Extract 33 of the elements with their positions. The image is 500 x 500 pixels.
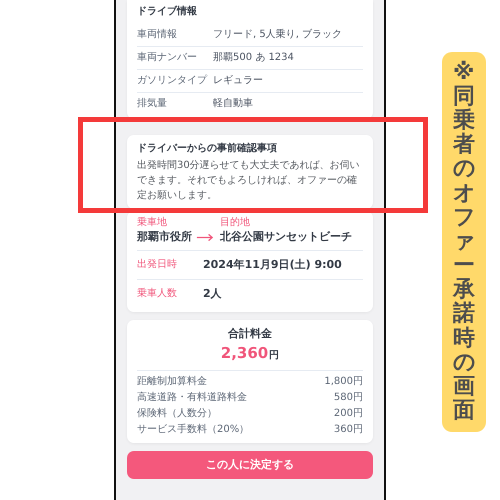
section-title: ドライバーからの事前確認事項 — [137, 143, 278, 156]
detail-label: 乗車人数 — [137, 288, 178, 300]
fare-amount: 360円 — [334, 424, 363, 436]
origin-name: 那覇市役所 — [137, 229, 192, 245]
notice-text: 出発時間30分遅らせても大丈夫であれば、お伺いできます。それでもよろしければ、オファーの確定お願いします。 — [137, 158, 361, 203]
side-note-text: ※同乗者のオファー承諾時の画面 — [453, 60, 475, 424]
info-value: フリード, 5人乗り, ブラック — [213, 29, 342, 41]
fare-amount: 1,800円 — [324, 376, 363, 388]
section-title: ドライブ情報 — [137, 6, 198, 19]
detail-label: 出発日時 — [137, 259, 178, 271]
currency-unit: 円 — [269, 350, 280, 361]
destination-name: 北谷公園サンセットビーチ — [220, 229, 353, 245]
origin-label: 乗車地 — [137, 217, 168, 229]
info-label: 排気量 — [137, 98, 168, 110]
total-amount: 2,360 — [220, 344, 268, 362]
fare-label: 距離制加算料金 — [137, 376, 207, 388]
info-label: 車両ナンバー — [137, 52, 198, 64]
fare-amount: 580円 — [334, 392, 363, 404]
info-label: ガソリンタイプ — [137, 75, 208, 87]
fare-title: 合計料金 — [226, 327, 273, 341]
info-label: 車両情報 — [137, 29, 178, 41]
destination-label: 目的地 — [220, 217, 251, 229]
decide-button[interactable]: この人に決定する — [127, 451, 373, 479]
info-value: 那覇500 あ 1234 — [213, 52, 294, 64]
arrow-icon — [196, 232, 214, 242]
detail-value: 2024年11月9日(土) 9:00 — [203, 258, 342, 272]
fare-label: 保険料（人数分） — [137, 408, 217, 420]
fare-amount: 200円 — [334, 408, 363, 420]
fare-label: 高速道路・有料道路料金 — [137, 392, 247, 404]
info-value: 軽自動車 — [213, 98, 253, 110]
detail-value: 2人 — [203, 287, 222, 301]
fare-label: サービス手数料（20%） — [137, 424, 250, 436]
info-value: レギュラー — [213, 75, 263, 87]
